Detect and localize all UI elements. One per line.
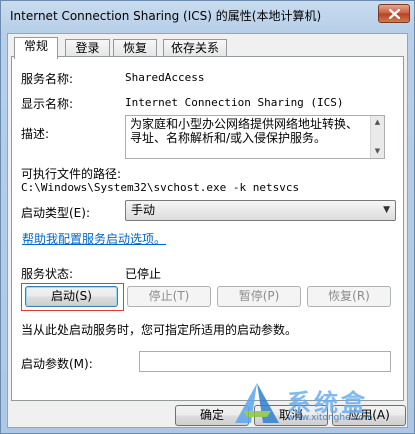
- display-name-value: Internet Connection Sharing (ICS): [125, 96, 344, 109]
- watermark-url: www.xitonghe.com: [287, 413, 373, 423]
- close-button[interactable]: [378, 4, 410, 23]
- service-status-value: 已停止: [125, 267, 162, 281]
- startup-type-label: 启动类型(E):: [21, 206, 90, 220]
- resume-button[interactable]: 恢复(R): [307, 286, 391, 307]
- scroll-up-icon[interactable]: ▲: [371, 116, 384, 129]
- startup-type-value: 手动: [131, 203, 156, 217]
- tab-page-general: 服务名称: SharedAccess 显示名称: Internet Connec…: [11, 56, 404, 401]
- description-textbox[interactable]: 为家庭和小型办公网络提供网络地址转换、寻址、名称解析和/或入侵保护服务。 ▲ ▼: [125, 115, 385, 159]
- service-name-value: SharedAccess: [125, 71, 205, 84]
- start-params-label: 启动参数(M):: [21, 357, 93, 371]
- close-icon: [389, 9, 400, 19]
- stop-button[interactable]: 停止(T): [127, 286, 211, 307]
- description-scrollbar[interactable]: ▲ ▼: [370, 116, 384, 158]
- service-status-label: 服务状态:: [21, 267, 74, 281]
- service-name-label: 服务名称:: [21, 72, 74, 86]
- watermark-logo-icon: [235, 383, 279, 423]
- pause-button[interactable]: 暂停(P): [217, 286, 301, 307]
- divider: [22, 253, 394, 254]
- dialog-body: 常规 登录 恢复 依存关系 服务名称: SharedAccess 显示名称: I…: [7, 33, 408, 428]
- startup-type-select[interactable]: 手动 ▼: [125, 200, 396, 221]
- tab-general[interactable]: 常规: [14, 37, 58, 59]
- help-configure-link[interactable]: 帮助我配置服务启动选项。: [22, 230, 166, 247]
- start-button[interactable]: 启动(S): [25, 286, 118, 307]
- display-name-label: 显示名称:: [21, 97, 74, 111]
- exec-path-value: C:\Windows\System32\svchost.exe -k netsv…: [21, 181, 300, 194]
- scroll-down-icon[interactable]: ▼: [371, 145, 384, 158]
- chevron-down-icon: ▼: [383, 205, 390, 215]
- description-label: 描述:: [21, 127, 50, 141]
- start-params-input[interactable]: [139, 351, 391, 372]
- exec-path-label: 可执行文件的路径:: [21, 167, 122, 181]
- title-bar[interactable]: Internet Connection Sharing (ICS) 的属性(本地…: [1, 1, 414, 31]
- window-title: Internet Connection Sharing (ICS) 的属性(本地…: [10, 9, 322, 23]
- start-params-hint: 当从此处启动服务时，您可指定所适用的启动参数。: [21, 323, 298, 337]
- watermark: 系统盒 www.xitonghe.com: [229, 379, 409, 429]
- properties-window: Internet Connection Sharing (ICS) 的属性(本地…: [0, 0, 415, 434]
- description-text: 为家庭和小型办公网络提供网络地址转换、寻址、名称解析和/或入侵保护服务。: [130, 117, 359, 145]
